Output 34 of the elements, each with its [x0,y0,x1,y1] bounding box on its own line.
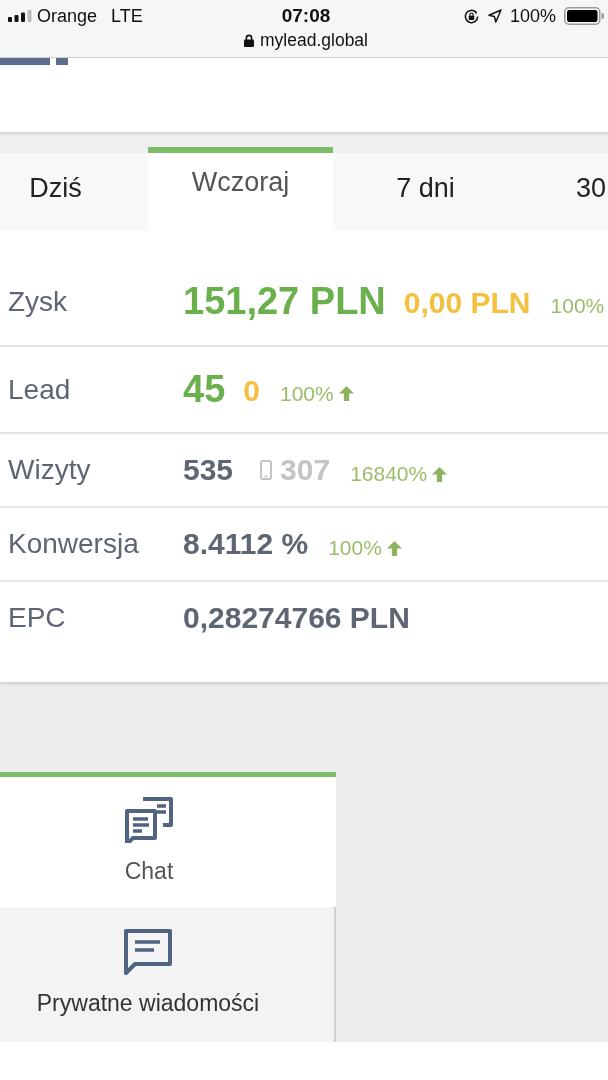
mobile-visits-value: 307 [280,453,331,487]
signal-icon [8,10,32,22]
stat-value: 8.4112 % [183,527,309,561]
cut-off-logo-drawing [0,58,68,65]
change-percent: 100% [279,381,334,406]
phone-icon [260,460,273,480]
rotation-lock-icon [462,7,480,25]
stat-label: Konwersja [7,528,140,560]
stat-label: Zysk [7,285,69,318]
chat-bubbles-icon [125,797,173,843]
change-percent: 16840% [350,462,428,486]
change-percent: 100% [550,293,605,318]
battery-icon [564,7,604,25]
pending-value: 0,00 PLN [403,286,531,320]
network-type: LTE [111,5,143,27]
stat-label: EPC [7,602,67,634]
period-tab[interactable]: Wczoraj [148,147,333,230]
stat-value: 0,28274766 PLN [183,601,410,635]
stat-label: Lead [7,373,72,406]
stat-label: Wizyty [7,454,92,486]
pending-value: 0 [243,374,260,408]
page-url[interactable]: mylead.global [260,30,368,51]
lock-icon [244,34,254,47]
location-arrow-icon [487,9,502,23]
clock-time: 07:08 [281,5,331,27]
message-bubble-icon [124,929,172,975]
change-percent: 100% [328,536,382,560]
carrier-name: Orange [37,5,98,27]
stat-value: 151,27 PLN [183,280,386,323]
stat-value: 45 [183,368,226,411]
stat-value: 535 [183,453,234,487]
battery-percent: 100% [509,5,556,27]
message-tab[interactable]: Prywatne wiadomości [0,907,336,1042]
message-tab[interactable]: Chat [0,772,336,907]
